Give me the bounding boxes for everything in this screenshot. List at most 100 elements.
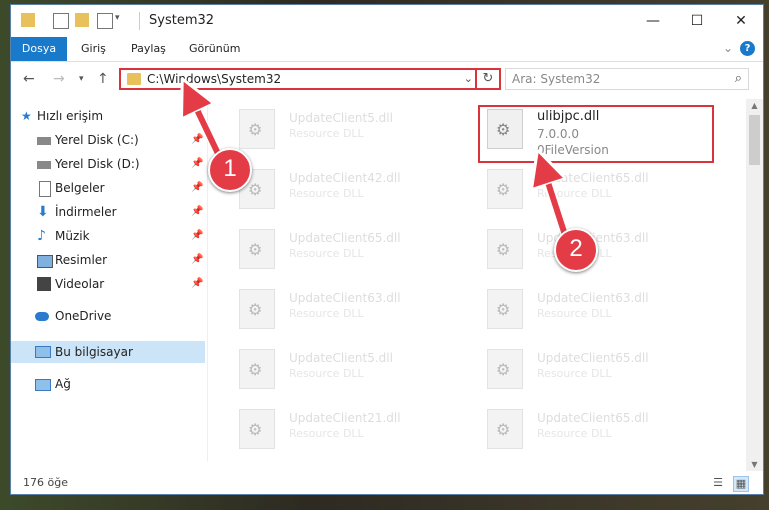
drive-icon — [37, 161, 51, 169]
file-name: UpdateClient63.dll — [289, 291, 401, 305]
file-tile[interactable]: ⚙ UpdateClient63.dll Resource DLL — [231, 283, 461, 335]
gear-icon: ⚙ — [496, 180, 511, 199]
sidebar-item-this-pc[interactable]: Bu bilgisayar — [11, 341, 205, 363]
dll-file-icon: ⚙ — [487, 349, 523, 389]
address-path[interactable]: C:\Windows\System32 — [147, 72, 281, 86]
file-tile[interactable]: ⚙ UpdateClient21.dll Resource DLL — [231, 403, 461, 455]
sidebar-item-label: Yerel Disk (C:) — [55, 133, 139, 147]
customize-toolbar-icon[interactable] — [97, 13, 113, 29]
file-tile[interactable]: ⚙ UpdateClient42.dll Resource DLL — [231, 163, 461, 215]
scroll-down-icon[interactable]: ▼ — [746, 460, 763, 469]
file-description: Resource DLL — [537, 187, 612, 200]
dll-file-icon: ⚙ — [487, 409, 523, 449]
title-separator — [139, 12, 140, 30]
gear-icon: ⚙ — [496, 420, 511, 439]
computer-icon — [35, 346, 51, 358]
file-tile[interactable]: ⚙ UpdateClient65.dll Resource DLL — [479, 343, 709, 395]
file-name: UpdateClient65.dll — [289, 231, 401, 245]
scrollbar-thumb[interactable] — [749, 115, 760, 165]
explorer-window: ▾ System32 — ☐ ✕ Dosya Giriş Paylaş Görü… — [10, 4, 764, 495]
scroll-up-icon[interactable]: ▲ — [746, 101, 763, 110]
file-tile[interactable]: ⚙ UpdateClient63.dll Resource DLL — [479, 283, 709, 335]
sidebar-item-local-disk-c[interactable]: Yerel Disk (C:) 📌 — [11, 129, 205, 151]
sidebar-item-local-disk-d[interactable]: Yerel Disk (D:) 📌 — [11, 153, 205, 175]
window-title: System32 — [149, 13, 215, 28]
file-tile[interactable]: ⚙ UpdateClient65.dll Resource DLL — [479, 163, 709, 215]
pin-icon: 📌 — [191, 230, 204, 241]
gear-icon: ⚙ — [496, 300, 511, 319]
search-input[interactable]: Ara: System32 ⌕ — [505, 68, 749, 90]
file-description: Resource DLL — [289, 187, 364, 200]
new-folder-icon[interactable] — [75, 13, 89, 27]
minimize-button[interactable]: — — [631, 5, 675, 37]
navigation-pane: ★ Hızlı erişim Yerel Disk (C:) 📌 Yerel D… — [11, 101, 205, 461]
sidebar-item-pictures[interactable]: Resimler 📌 — [11, 249, 205, 271]
sidebar-item-documents[interactable]: Belgeler 📌 — [11, 177, 205, 199]
tab-home[interactable]: Giriş — [81, 37, 106, 61]
sidebar-item-label: Hızlı erişim — [37, 109, 104, 123]
sidebar-item-downloads[interactable]: ⬇ İndirmeler 📌 — [11, 201, 205, 223]
sidebar-item-videos[interactable]: Videolar 📌 — [11, 273, 205, 295]
sidebar-item-label: Yerel Disk (D:) — [55, 157, 140, 171]
sidebar-item-quick-access[interactable]: ★ Hızlı erişim — [11, 105, 205, 127]
download-icon: ⬇ — [37, 204, 49, 220]
gear-icon: ⚙ — [248, 240, 263, 259]
close-button[interactable]: ✕ — [719, 5, 763, 37]
sidebar-item-label: Videolar — [55, 277, 105, 291]
pane-divider[interactable] — [207, 101, 208, 461]
search-placeholder: Ara: System32 — [512, 72, 601, 86]
refresh-icon[interactable]: ↻ — [475, 68, 499, 90]
vertical-scrollbar[interactable]: ▲ ▼ — [746, 99, 763, 471]
file-description: Resource DLL — [537, 367, 612, 380]
address-bar[interactable]: C:\Windows\System32 ⌄ ↻ — [119, 68, 501, 90]
gear-icon: ⚙ — [248, 360, 263, 379]
forward-arrow-icon[interactable]: → — [53, 71, 65, 87]
chevron-down-icon[interactable]: ▾ — [115, 13, 120, 23]
file-description: Resource DLL — [537, 307, 612, 320]
drive-icon — [37, 137, 51, 145]
properties-icon[interactable] — [53, 13, 69, 29]
recent-locations-icon[interactable]: ▾ — [79, 74, 84, 84]
tab-file[interactable]: Dosya — [11, 37, 67, 61]
address-dropdown-icon[interactable]: ⌄ — [464, 72, 473, 85]
pictures-icon — [37, 255, 53, 268]
tab-view[interactable]: Görünüm — [189, 37, 240, 61]
pin-icon: 📌 — [191, 158, 204, 169]
dll-file-icon: ⚙ — [239, 289, 275, 329]
network-icon — [35, 379, 51, 391]
music-icon: ♪ — [37, 228, 46, 244]
back-arrow-icon[interactable]: ← — [23, 71, 35, 87]
dll-file-icon: ⚙ — [487, 169, 523, 209]
sidebar-item-label: Belgeler — [55, 181, 105, 195]
step-1-badge: 1 — [208, 148, 252, 192]
details-view-icon[interactable]: ☰ — [711, 476, 725, 490]
file-description: Resource DLL — [289, 127, 364, 140]
cloud-icon — [35, 312, 49, 321]
tab-share[interactable]: Paylaş — [131, 37, 166, 61]
expand-ribbon-icon[interactable]: ⌄ — [723, 41, 733, 55]
file-name: UpdateClient42.dll — [289, 171, 401, 185]
file-name: UpdateClient65.dll — [537, 351, 649, 365]
up-arrow-icon[interactable]: ↑ — [97, 71, 109, 87]
file-description: Resource DLL — [289, 307, 364, 320]
dll-file-icon: ⚙ — [487, 229, 523, 269]
help-button[interactable]: ? — [740, 41, 755, 56]
star-icon: ★ — [21, 109, 32, 123]
dll-file-icon: ⚙ — [239, 229, 275, 269]
file-tile[interactable]: ⚙ UpdateClient5.dll Resource DLL — [231, 343, 461, 395]
tiles-view-icon[interactable]: ▦ — [733, 476, 749, 492]
sidebar-item-music[interactable]: ♪ Müzik 📌 — [11, 225, 205, 247]
search-icon[interactable]: ⌕ — [735, 71, 742, 86]
sidebar-item-onedrive[interactable]: OneDrive — [11, 305, 205, 327]
file-name: UpdateClient63.dll — [537, 291, 649, 305]
file-tile[interactable]: ⚙ UpdateClient65.dll Resource DLL — [231, 223, 461, 275]
navigation-bar: ← → ▾ ↑ C:\Windows\System32 ⌄ ↻ Ara: Sys… — [11, 65, 763, 95]
maximize-button[interactable]: ☐ — [675, 5, 719, 37]
file-tile[interactable]: ⚙ UpdateClient65.dll Resource DLL — [479, 403, 709, 455]
gear-icon: ⚙ — [248, 120, 263, 139]
dll-file-icon: ⚙ — [239, 409, 275, 449]
file-tile[interactable]: ⚙ UpdateClient5.dll Resource DLL — [231, 103, 461, 155]
folder-icon — [127, 73, 141, 85]
file-name: UpdateClient5.dll — [289, 111, 393, 125]
sidebar-item-network[interactable]: Ağ — [11, 373, 205, 395]
